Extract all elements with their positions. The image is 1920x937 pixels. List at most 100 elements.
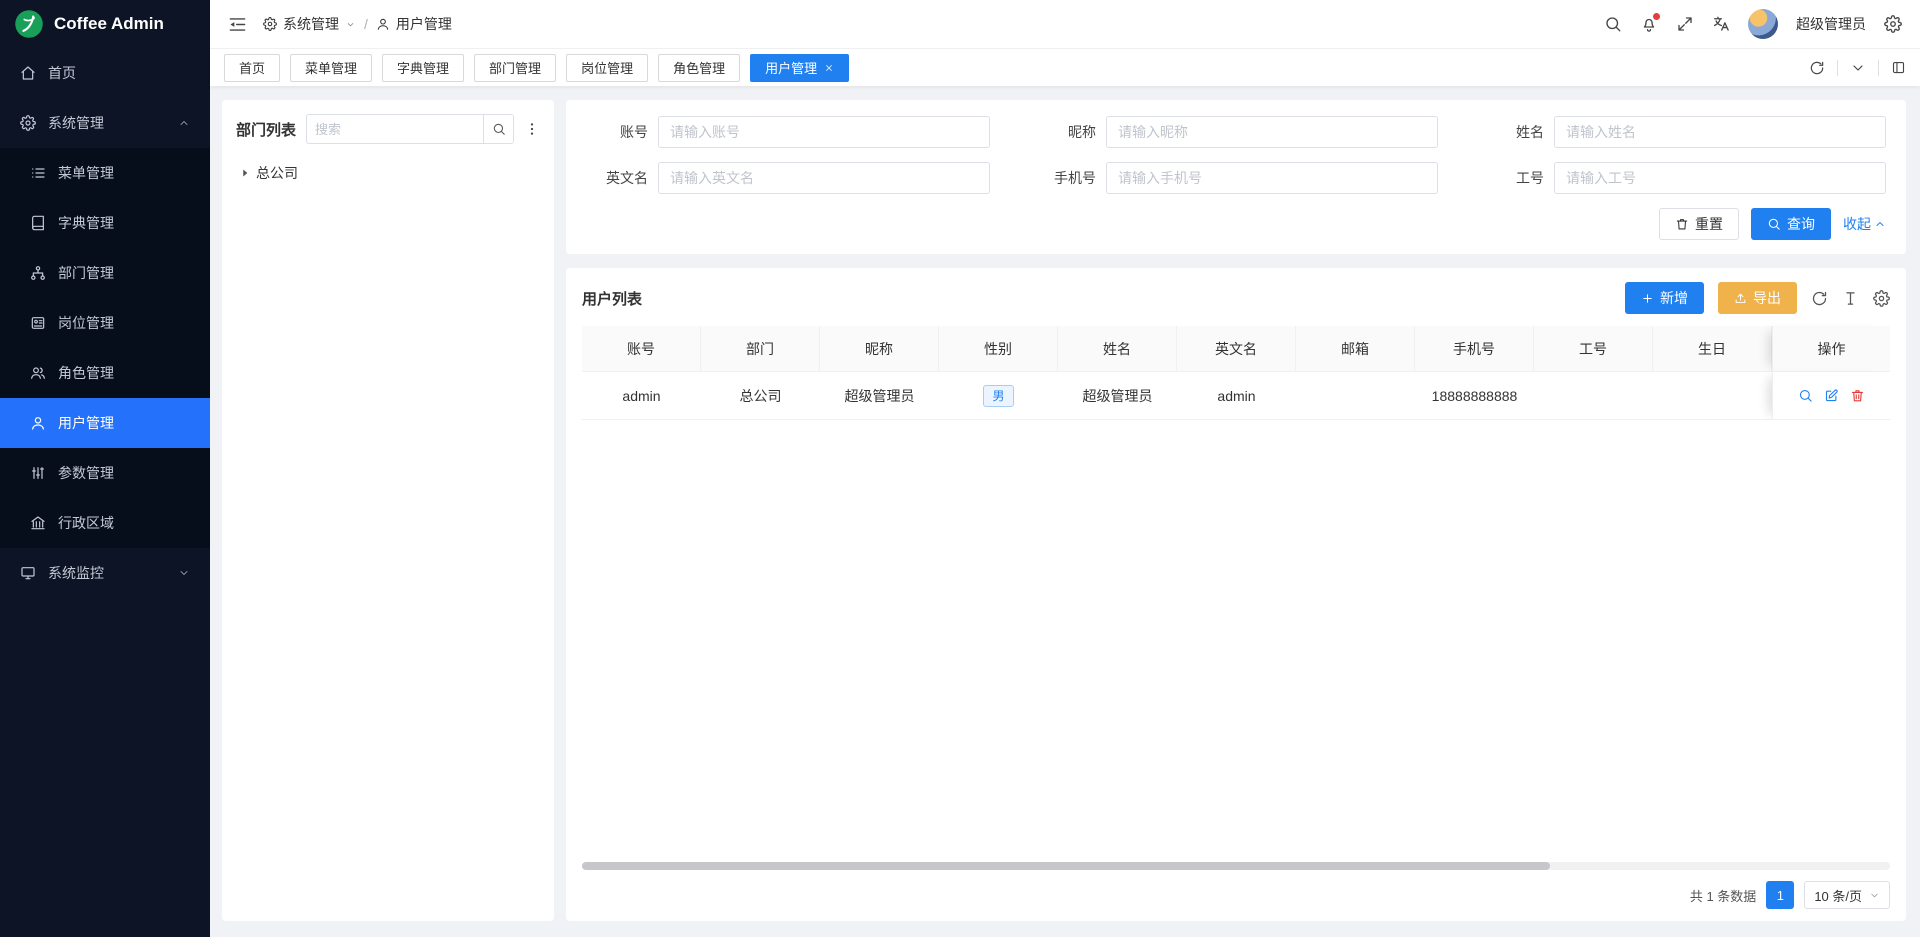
column-header-email: 邮箱 <box>1296 326 1415 372</box>
table-header-row: 账号 部门 昵称 性别 姓名 英文名 邮箱 手机号 工号 生日 操作 <box>582 326 1890 372</box>
cell-email <box>1296 372 1415 420</box>
app-logo: Coffee Admin <box>0 0 210 48</box>
tab-user-management[interactable]: 用户管理 <box>750 54 849 82</box>
tab-department-management[interactable]: 部门管理 <box>474 54 556 82</box>
page-size-select[interactable]: 10 条/页 <box>1804 881 1890 909</box>
total-count-text: 共 1 条数据 <box>1690 886 1756 905</box>
edit-row-button[interactable] <box>1824 388 1839 403</box>
department-more-button[interactable] <box>524 121 540 137</box>
collapse-filters-button[interactable]: 收起 <box>1843 214 1886 234</box>
sidebar-item-home[interactable]: 首页 <box>0 48 210 98</box>
breadcrumb-label: 系统管理 <box>283 14 339 34</box>
tab-close-icon[interactable] <box>824 63 834 73</box>
global-search-button[interactable] <box>1604 15 1622 33</box>
tab-home[interactable]: 首页 <box>224 54 280 82</box>
work-id-input[interactable] <box>1554 162 1886 194</box>
sidebar-item-system-monitor[interactable]: 系统监控 <box>0 548 210 598</box>
refresh-tab-button[interactable] <box>1809 60 1825 76</box>
gear-icon <box>1884 15 1902 33</box>
sidebar-item-label: 参数管理 <box>58 463 114 483</box>
breadcrumb-separator: / <box>364 16 368 32</box>
query-button-label: 查询 <box>1787 214 1815 234</box>
notifications-button[interactable] <box>1640 15 1658 33</box>
column-header-department: 部门 <box>701 326 820 372</box>
tab-role-management[interactable]: 角色管理 <box>658 54 740 82</box>
sidebar-item-user-management[interactable]: 用户管理 <box>0 398 210 448</box>
tab-post-management[interactable]: 岗位管理 <box>566 54 648 82</box>
sidebar-item-department-management[interactable]: 部门管理 <box>0 248 210 298</box>
table-refresh-button[interactable] <box>1811 290 1828 307</box>
user-icon <box>30 415 46 431</box>
sidebar-item-post-management[interactable]: 岗位管理 <box>0 298 210 348</box>
export-button-label: 导出 <box>1753 288 1781 308</box>
gear-icon <box>263 17 277 31</box>
user-list-header: 用户列表 新增 导出 <box>582 282 1890 314</box>
name-input[interactable] <box>1554 116 1886 148</box>
right-column: 账号 昵称 姓名 英文名 <box>566 100 1906 921</box>
sidebar-item-label: 部门管理 <box>58 263 114 283</box>
tree-node-head-office[interactable]: 总公司 <box>236 158 540 188</box>
add-user-button[interactable]: 新增 <box>1625 282 1704 314</box>
user-name[interactable]: 超级管理员 <box>1796 14 1866 34</box>
sidebar-item-label: 首页 <box>48 63 76 83</box>
cell-gender: 男 <box>939 372 1058 420</box>
field-label: 昵称 <box>1034 122 1096 142</box>
layout-toggle-button[interactable] <box>1891 60 1906 75</box>
department-panel-title: 部门列表 <box>236 119 296 140</box>
sidebar-fold-button[interactable] <box>228 15 247 34</box>
account-input[interactable] <box>658 116 990 148</box>
breadcrumb-item-system[interactable]: 系统管理 <box>263 14 356 34</box>
nickname-input[interactable] <box>1106 116 1438 148</box>
sidebar-item-label: 用户管理 <box>58 413 114 433</box>
gender-tag: 男 <box>983 385 1013 407</box>
user-list-title: 用户列表 <box>582 288 642 309</box>
page-1-button[interactable]: 1 <box>1766 881 1794 909</box>
fullscreen-button[interactable] <box>1676 15 1694 33</box>
user-avatar[interactable] <box>1748 9 1778 39</box>
table-empty-area <box>582 420 1890 856</box>
tab-label: 菜单管理 <box>305 58 357 77</box>
sidebar-item-param-management[interactable]: 参数管理 <box>0 448 210 498</box>
tabbar: 首页 菜单管理 字典管理 部门管理 岗位管理 角色管理 用户管理 <box>210 48 1920 86</box>
cell-department: 总公司 <box>701 372 820 420</box>
sidebar-item-label: 行政区域 <box>58 513 114 533</box>
tab-menu-management[interactable]: 菜单管理 <box>290 54 372 82</box>
trash-icon <box>1675 217 1689 231</box>
sidebar-item-role-management[interactable]: 角色管理 <box>0 348 210 398</box>
search-icon <box>1767 217 1781 231</box>
department-search-button[interactable] <box>483 115 513 143</box>
settings-button[interactable] <box>1884 15 1902 33</box>
table-density-button[interactable] <box>1842 290 1859 307</box>
tab-dict-management[interactable]: 字典管理 <box>382 54 464 82</box>
department-search-input[interactable] <box>307 115 483 143</box>
column-header-nickname: 昵称 <box>820 326 939 372</box>
sidebar-item-menu-management[interactable]: 菜单管理 <box>0 148 210 198</box>
org-tree-icon <box>30 265 46 281</box>
app-title: Coffee Admin <box>54 14 164 34</box>
english-name-input[interactable] <box>658 162 990 194</box>
sidebar-item-dict-management[interactable]: 字典管理 <box>0 198 210 248</box>
content: 部门列表 总公 <box>210 86 1920 937</box>
sidebar-item-admin-region[interactable]: 行政区域 <box>0 498 210 548</box>
tab-label: 角色管理 <box>673 58 725 77</box>
translate-button[interactable] <box>1712 15 1730 33</box>
reset-button[interactable]: 重置 <box>1659 208 1739 240</box>
home-icon <box>20 65 36 81</box>
delete-row-button[interactable] <box>1850 388 1865 403</box>
view-row-button[interactable] <box>1798 388 1813 403</box>
tree-expand-caret-icon[interactable] <box>238 166 252 180</box>
scrollbar-thumb[interactable] <box>582 862 1550 870</box>
fullscreen-icon <box>1676 15 1694 33</box>
form-field-english-name: 英文名 <box>586 162 990 194</box>
phone-input[interactable] <box>1106 162 1438 194</box>
chevron-down-icon <box>1869 890 1880 901</box>
chevron-up-icon <box>178 117 190 129</box>
query-button[interactable]: 查询 <box>1751 208 1831 240</box>
breadcrumb-item-user[interactable]: 用户管理 <box>376 14 452 34</box>
table-settings-button[interactable] <box>1873 290 1890 307</box>
pagination: 共 1 条数据 1 10 条/页 <box>582 870 1890 909</box>
sidebar-item-system-management[interactable]: 系统管理 <box>0 98 210 148</box>
export-button[interactable]: 导出 <box>1718 282 1797 314</box>
tab-options-button[interactable] <box>1850 60 1866 76</box>
edit-icon <box>1824 388 1839 403</box>
